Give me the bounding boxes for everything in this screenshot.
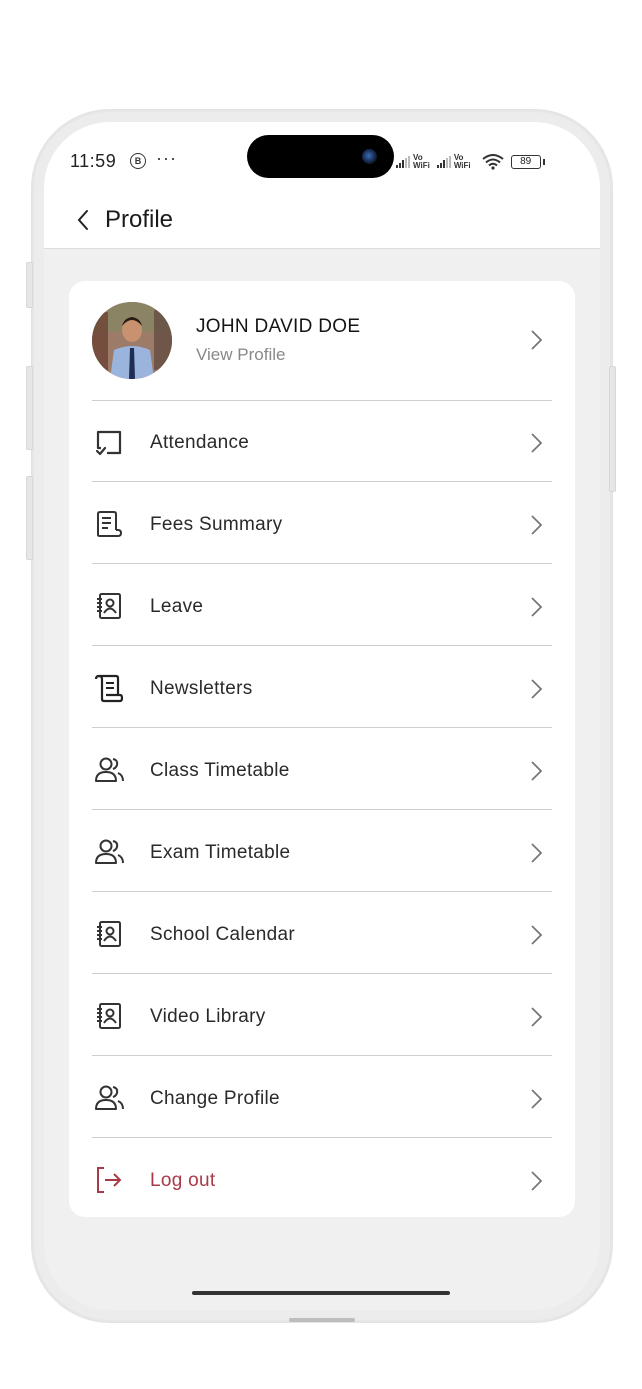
menu-label: Attendance <box>150 432 250 453</box>
divider <box>92 400 552 401</box>
avatar <box>92 302 172 379</box>
divider <box>92 809 552 810</box>
camera-icon <box>362 149 377 164</box>
attendance-checkbox-icon <box>95 430 122 456</box>
menu-item-school-calendar[interactable]: School Calendar <box>69 895 575 976</box>
page-title: Profile <box>105 206 174 233</box>
menu-item-change-profile[interactable]: Change Profile <box>69 1059 575 1140</box>
contact-book-icon <box>97 921 121 947</box>
menu-label: Leave <box>150 596 204 617</box>
users-icon <box>95 1085 124 1110</box>
chevron-right-icon <box>531 330 543 350</box>
chevron-left-icon[interactable] <box>72 207 96 233</box>
screen: 11:59 B ··· Vo WiFi Vo WiFi 89 Profile J… <box>44 122 600 1310</box>
side-button-power <box>609 366 616 492</box>
wifi-icon <box>482 154 504 170</box>
menu-label: Change Profile <box>150 1088 280 1109</box>
menu-label: Exam Timetable <box>150 842 291 863</box>
receipt-icon <box>97 511 122 537</box>
signal-icon <box>396 156 410 168</box>
side-button-mute <box>26 262 33 308</box>
status-time: 11:59 <box>70 151 117 171</box>
divider <box>92 1055 552 1056</box>
users-icon <box>95 839 124 864</box>
chevron-right-icon <box>531 843 543 863</box>
menu-label: Log out <box>150 1170 216 1191</box>
menu-item-leave[interactable]: Leave <box>69 567 575 648</box>
dynamic-island <box>247 135 394 178</box>
app-header: Profile <box>44 192 600 249</box>
menu-label: Newsletters <box>150 678 253 699</box>
view-profile-link[interactable]: View Profile <box>196 345 285 365</box>
contact-book-icon <box>97 593 121 619</box>
menu-label: Fees Summary <box>150 514 283 535</box>
chevron-right-icon <box>531 1089 543 1109</box>
chevron-right-icon <box>531 433 543 453</box>
profile-name: JOHN DAVID DOE <box>196 316 361 337</box>
divider <box>92 973 552 974</box>
menu-label: Class Timetable <box>150 760 290 781</box>
divider <box>92 645 552 646</box>
status-indicators: Vo WiFi Vo WiFi 89 <box>396 152 545 172</box>
menu-label: Video Library <box>150 1006 266 1027</box>
logout-icon <box>97 1167 122 1193</box>
menu-item-newsletters[interactable]: Newsletters <box>69 649 575 730</box>
profile-menu-card: JOHN DAVID DOE View Profile Attendance F… <box>69 281 575 1217</box>
menu-item-video-library[interactable]: Video Library <box>69 977 575 1058</box>
divider <box>92 563 552 564</box>
vowifi-label-2: Vo WiFi <box>453 153 471 170</box>
divider <box>92 891 552 892</box>
chevron-right-icon <box>531 1171 543 1191</box>
menu-item-exam-timetable[interactable]: Exam Timetable <box>69 813 575 894</box>
menu-item-log-out[interactable]: Log out <box>69 1141 575 1222</box>
menu-item-class-timetable[interactable]: Class Timetable <box>69 731 575 812</box>
vowifi-label-1: Vo WiFi <box>413 153 430 170</box>
menu-item-attendance[interactable]: Attendance <box>69 403 575 484</box>
status-bar: 11:59 B ··· Vo WiFi Vo WiFi 89 <box>44 122 600 192</box>
profile-summary[interactable]: JOHN DAVID DOE View Profile <box>69 281 575 400</box>
side-button-volume-down <box>26 476 33 560</box>
signal-icon-2 <box>436 156 451 168</box>
contact-book-icon <box>97 1003 121 1029</box>
divider <box>92 481 552 482</box>
scroll-icon <box>94 674 124 703</box>
chevron-right-icon <box>531 679 543 699</box>
chevron-right-icon <box>531 761 543 781</box>
more-notifications-icon: ··· <box>156 148 177 168</box>
notification-badge-icon: B <box>130 153 146 169</box>
menu-item-fees-summary[interactable]: Fees Summary <box>69 485 575 566</box>
chevron-right-icon <box>531 925 543 945</box>
divider <box>92 1137 552 1138</box>
side-button-volume-up <box>26 366 33 450</box>
users-icon <box>95 757 124 782</box>
chevron-right-icon <box>531 1007 543 1027</box>
battery-icon: 89 <box>510 155 545 169</box>
home-indicator[interactable] <box>192 1291 450 1295</box>
chevron-right-icon <box>531 597 543 617</box>
chevron-right-icon <box>531 515 543 535</box>
avatar-image <box>92 302 172 379</box>
divider <box>92 727 552 728</box>
bottom-port <box>289 1318 355 1322</box>
menu-label: School Calendar <box>150 924 295 945</box>
